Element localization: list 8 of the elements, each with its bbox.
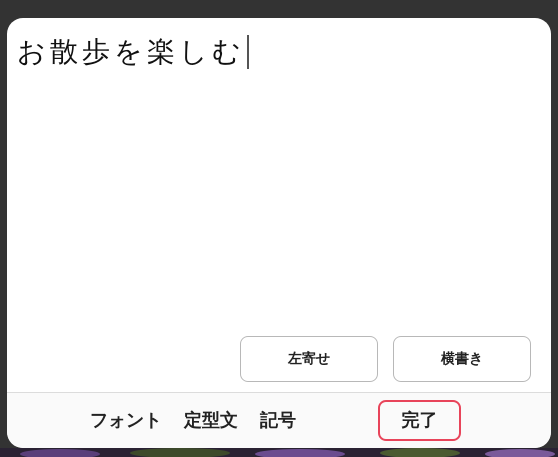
option-button[interactable]: 横書き (393, 336, 531, 382)
text-input-field[interactable]: お散歩を楽しむ (17, 32, 541, 72)
toolbar-tab[interactable]: 記号 (260, 407, 296, 434)
toolbar-tab[interactable]: 定型文 (184, 407, 238, 434)
done-button[interactable]: 完了 (378, 400, 461, 441)
toolbar-tab[interactable]: フォント (90, 407, 162, 434)
option-button[interactable]: 左寄せ (240, 336, 378, 382)
text-cursor (247, 35, 249, 69)
